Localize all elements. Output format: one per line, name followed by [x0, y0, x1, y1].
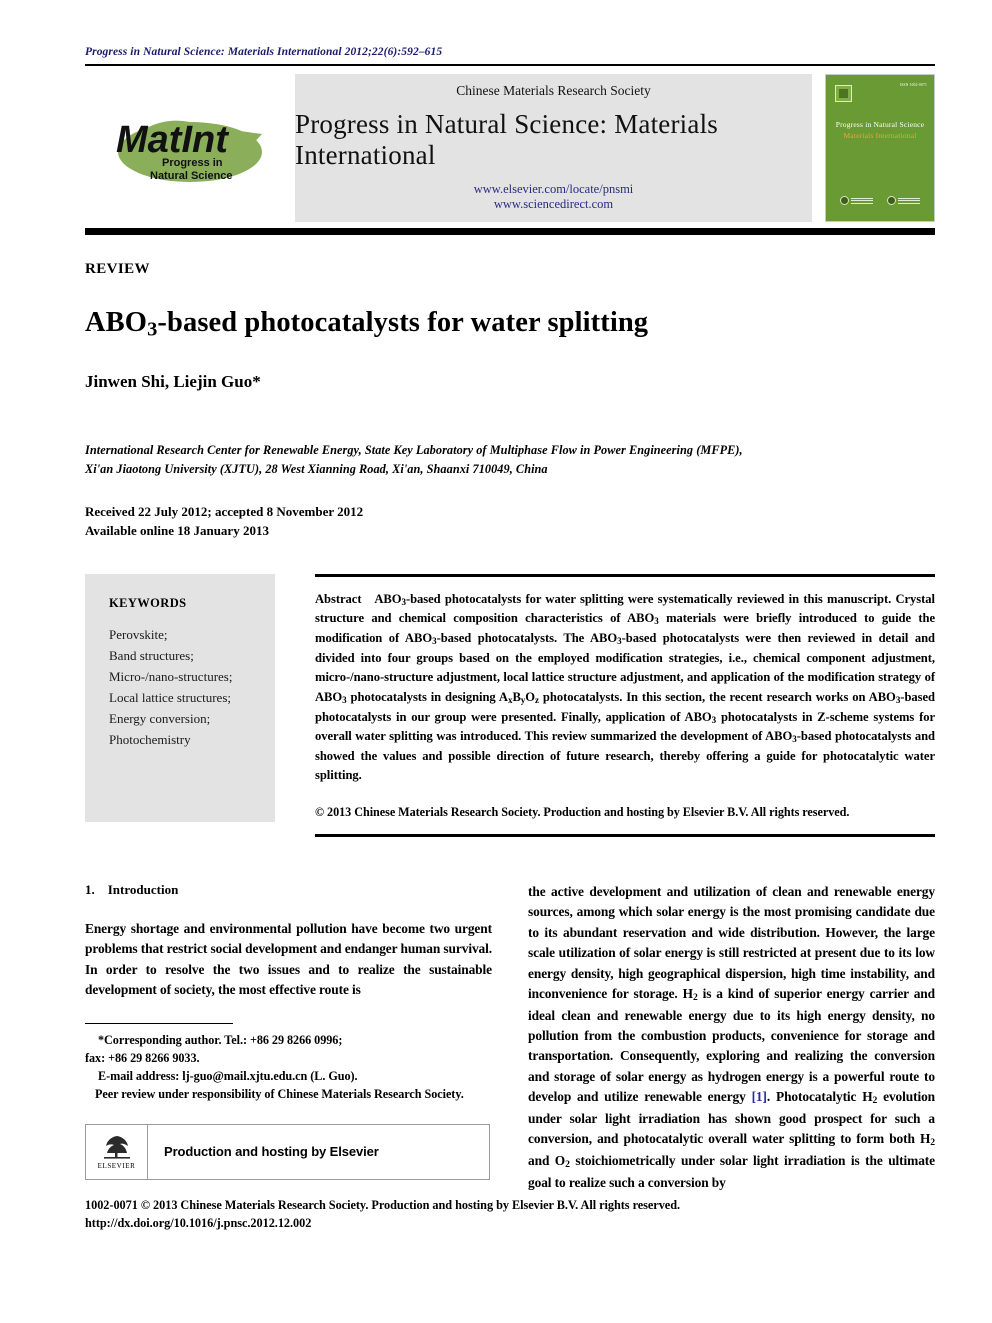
abstract-body: ABO3-based photocatalysts for water spli… [315, 591, 936, 783]
left-column: 1. Introduction Energy shortage and envir… [85, 882, 492, 1193]
paper-page: Progress in Natural Science: Materials I… [85, 0, 935, 1323]
keyword-item: Energy conversion; [109, 710, 211, 726]
intro-paragraph-left: Energy shortage and environmental pollut… [85, 921, 493, 998]
intro-right-part1: the active development and utilization o… [528, 884, 935, 1105]
page-title: ABO3-based photocatalysts for water spli… [85, 306, 935, 342]
running-head: Progress in Natural Science: Materials I… [85, 46, 443, 58]
article-dates: Received 22 July 2012; accepted 8 Novemb… [85, 503, 935, 541]
available-online-date: Available online 18 January 2013 [85, 522, 269, 538]
keywords-heading: KEYWORDS [109, 595, 187, 610]
email-note: E-mail address: lj-guo@mail.xjtu.edu.cn … [85, 1067, 492, 1085]
abstract-section: KEYWORDS Perovskite; Band structures; Mi… [85, 573, 935, 838]
abstract-copyright: © 2013 Chinese Materials Research Societ… [315, 805, 850, 820]
cover-society-marks [826, 196, 934, 205]
keyword-item: Photochemistry [109, 731, 191, 747]
cover-title: Progress in Natural Science [835, 120, 925, 129]
keyword-item: Perovskite; [109, 626, 168, 642]
cover-publisher-icon [835, 85, 852, 102]
fax-note: fax: +86 29 8266 9033. [85, 1050, 200, 1065]
elsevier-hosting-box: ELSEVIER Production and hosting by Elsev… [85, 1123, 490, 1180]
elsevier-url-link[interactable]: www.elsevier.com/locate/pnsmi [474, 182, 634, 198]
elsevier-wordmark: ELSEVIER [97, 1162, 136, 1171]
journal-title: Progress in Natural Science: Materials I… [295, 109, 718, 171]
received-date: Received 22 July 2012; accepted 8 Novemb… [85, 503, 364, 519]
header-rule [85, 64, 935, 66]
citation-link-1[interactable]: [1] [752, 1089, 767, 1104]
intro-paragraph-right: the active development and utilization o… [528, 882, 935, 1193]
cover-subtitle: Materials International [843, 131, 917, 141]
body-columns: 1. Introduction Energy shortage and envir… [85, 882, 935, 1193]
keyword-item: Micro-/nano-structures; [109, 668, 233, 684]
right-column: the active development and utilization o… [528, 882, 935, 1193]
title-pre: ABO [85, 307, 148, 338]
keyword-item: Local lattice structures; [109, 689, 232, 705]
cover-mark-icon [887, 196, 896, 205]
intro-right-part2: . Photocatalytic H2 evolution under sola… [528, 1089, 936, 1190]
svg-text:MatInt: MatInt [116, 119, 229, 161]
keywords-box: KEYWORDS Perovskite; Band structures; Mi… [85, 573, 275, 822]
svg-text:Natural Science: Natural Science [150, 170, 233, 182]
journal-masthead: MatInt Progress in Natural Science Chine… [85, 74, 935, 222]
article-type-label: REVIEW [85, 261, 150, 277]
footnotes: *Corresponding author. Tel.: +86 29 8266… [85, 1031, 492, 1104]
abstract-top-rule [315, 573, 935, 577]
svg-text:Progress in: Progress in [162, 157, 223, 169]
keywords-list: Perovskite; Band structures; Micro-/nano… [109, 624, 255, 750]
title-post: -based photocatalysts for water splittin… [157, 307, 649, 338]
society-name: Chinese Materials Research Society [456, 83, 651, 98]
section-heading: 1. Introduction [85, 882, 492, 898]
affiliation-line-2: Xi'an Jiaotong University (XJTU), 28 Wes… [85, 461, 548, 476]
elsevier-hosting-text: Production and hosting by Elsevier [164, 1144, 379, 1160]
peer-review-note: Peer review under responsibility of Chin… [95, 1087, 464, 1102]
section-number: 1. [85, 882, 95, 898]
elsevier-tree-icon [103, 1136, 130, 1159]
footnote-rule [85, 1022, 233, 1024]
title-subscript: 3 [147, 318, 158, 341]
keyword-item: Band structures; [109, 647, 194, 663]
journal-cover-thumbnail: ISSN 1002-0071 Progress in Natural Scien… [825, 74, 935, 222]
corresponding-author-note: *Corresponding author. Tel.: +86 29 8266… [98, 1032, 343, 1047]
affiliation-line-1: International Research Center for Renewa… [85, 443, 743, 458]
abstract-bottom-rule [315, 834, 935, 838]
sciencedirect-url-link[interactable]: www.sciencedirect.com [474, 197, 634, 213]
matint-logo-graphic: MatInt Progress in Natural Science [116, 119, 262, 182]
abstract-text: Abstract ABO3-based photocatalysts for w… [315, 590, 935, 786]
email-link[interactable]: E-mail address: lj-guo@mail.xjtu.edu.cn … [98, 1069, 358, 1083]
cover-issn: ISSN 1002-0071 [899, 83, 927, 87]
masthead-bottom-rule [85, 228, 935, 235]
masthead-center-panel: Chinese Materials Research Society Progr… [295, 74, 812, 222]
abstract-label: Abstract [315, 591, 362, 606]
footer-copyright: 1002-0071 © 2013 Chinese Materials Resea… [85, 1198, 681, 1212]
section-title: Introduction [107, 882, 179, 898]
matint-logo: MatInt Progress in Natural Science [85, 74, 295, 222]
author-list: Jinwen Shi, Liejin Guo* [85, 372, 261, 392]
elsevier-logo: ELSEVIER [86, 1124, 148, 1179]
page-footer: 1002-0071 © 2013 Chinese Materials Resea… [85, 1196, 935, 1233]
cover-mark-icon [840, 196, 849, 205]
footer-doi[interactable]: http://dx.doi.org/10.1016/j.pnsc.2012.12… [85, 1214, 935, 1232]
affiliation: International Research Center for Renewa… [85, 441, 935, 478]
